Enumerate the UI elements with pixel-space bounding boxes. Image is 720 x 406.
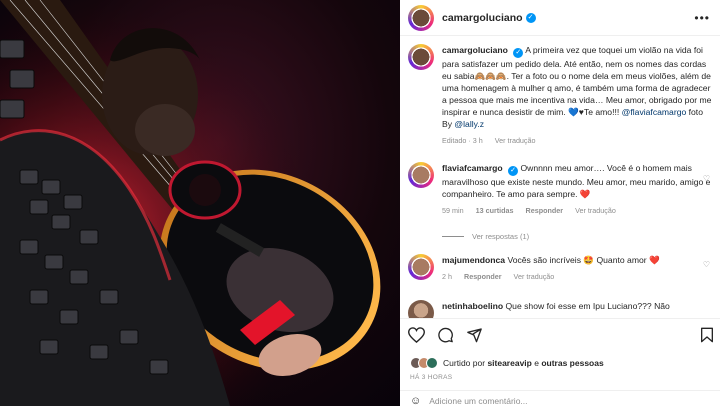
liked-by-text: Curtido por sitearеavip e outras pessoas	[443, 358, 604, 368]
add-comment-input[interactable]: Adicione um comentário...	[429, 396, 527, 406]
verified-badge-icon: ✓	[513, 48, 524, 58]
emoji-icon[interactable]: ☺	[410, 395, 421, 406]
see-translation-link[interactable]: Ver tradução	[514, 272, 555, 281]
caption-username[interactable]: camargoluciano	[442, 45, 508, 55]
reply-button[interactable]: Responder	[526, 206, 564, 215]
liker-avatar	[426, 357, 438, 369]
post-timestamp: HÁ 3 HORAS	[410, 374, 453, 381]
caption-body: camargoluciano ✓ A primeira vez que toqu…	[442, 44, 714, 130]
bookmark-icon[interactable]	[700, 327, 714, 343]
liked-by-prefix: Curtido por	[443, 358, 486, 368]
author-avatar[interactable]	[408, 4, 434, 31]
post-actions: Curtido por sitearеavip e outras pessoas…	[400, 318, 720, 406]
comment-text: Vocês são incríveis 🤩 Quanto amor ❤️	[507, 255, 660, 265]
heart-icon[interactable]	[408, 327, 425, 343]
comment-likes[interactable]: 13 curtidas	[476, 206, 514, 215]
replies-divider	[442, 236, 464, 237]
comment-username[interactable]: majumendonca	[442, 255, 505, 265]
caption-meta: Editado · 3 h Ver tradução	[442, 136, 714, 145]
liked-by-suffix: e	[534, 358, 539, 368]
commenter-avatar[interactable]	[408, 162, 434, 188]
comment-body: netinhaboelino Que show foi esse em Ipu …	[442, 300, 714, 312]
see-translation-link[interactable]: Ver tradução	[575, 206, 616, 215]
post-photo[interactable]	[0, 0, 400, 406]
comment-meta: 59 min 13 curtidas Responder Ver traduçã…	[442, 206, 714, 215]
caption-avatar[interactable]	[408, 44, 434, 70]
comment-text: Que show foi esse em Ipu Luciano??? Não	[505, 301, 670, 311]
comment-username[interactable]: flaviafcamargo	[442, 163, 503, 173]
commenter-avatar[interactable]	[408, 300, 434, 318]
comment-item: majumendonca Vocês são incríveis 🤩 Quant…	[408, 254, 714, 281]
commenter-avatar[interactable]	[408, 254, 434, 280]
photo-illustration	[0, 0, 400, 406]
caption-mention[interactable]: @flaviafcamargo	[622, 107, 687, 117]
see-translation-link[interactable]: Ver tradução	[495, 136, 536, 145]
comment-time: 2 h	[442, 272, 452, 281]
liked-by-user[interactable]: sitearеavip	[487, 358, 531, 368]
comment-like-icon[interactable]: ♡	[703, 174, 710, 183]
comment-time: 59 min	[442, 206, 464, 215]
caption-mention[interactable]: @lally.z	[454, 119, 484, 129]
comment-body: flaviafcamargo ✓ Ownnnn meu amor…. Você …	[442, 162, 714, 200]
action-icons	[408, 327, 483, 343]
add-comment-bar[interactable]: ☺ Adicione um comentário...	[400, 390, 720, 406]
verified-badge-icon: ✓	[525, 12, 536, 23]
comment-like-icon[interactable]: ♡	[703, 260, 710, 269]
author-username[interactable]: camargoluciano	[442, 12, 523, 24]
post-caption: camargoluciano ✓ A primeira vez que toqu…	[408, 44, 714, 145]
share-icon[interactable]	[466, 327, 483, 343]
view-replies-label: Ver respostas (1)	[472, 232, 530, 241]
caption-edited: Editado · 3 h	[442, 136, 483, 145]
verified-badge-icon: ✓	[508, 166, 519, 176]
comments-list[interactable]: camargoluciano ✓ A primeira vez que toqu…	[400, 36, 720, 318]
comment-meta: 2 h Responder Ver tradução	[442, 272, 714, 281]
liked-by-others[interactable]: outras pessoas	[541, 358, 603, 368]
comment-item: netinhaboelino Que show foi esse em Ipu …	[408, 300, 714, 318]
comment-item: flaviafcamargo ✓ Ownnnn meu amor…. Você …	[408, 162, 714, 215]
post-panel: camargoluciano ✓ ••• camargoluciano ✓ A …	[400, 0, 720, 406]
more-options-icon[interactable]: •••	[694, 11, 710, 25]
comment-username[interactable]: netinhaboelino	[442, 301, 503, 311]
liked-by[interactable]: Curtido por sitearеavip e outras pessoas	[410, 357, 604, 369]
comment-body: majumendonca Vocês são incríveis 🤩 Quant…	[442, 254, 714, 266]
comment-icon[interactable]	[437, 327, 454, 343]
post-header: camargoluciano ✓ •••	[400, 0, 720, 36]
reply-button[interactable]: Responder	[464, 272, 502, 281]
view-replies-button[interactable]: Ver respostas (1)	[442, 232, 529, 241]
